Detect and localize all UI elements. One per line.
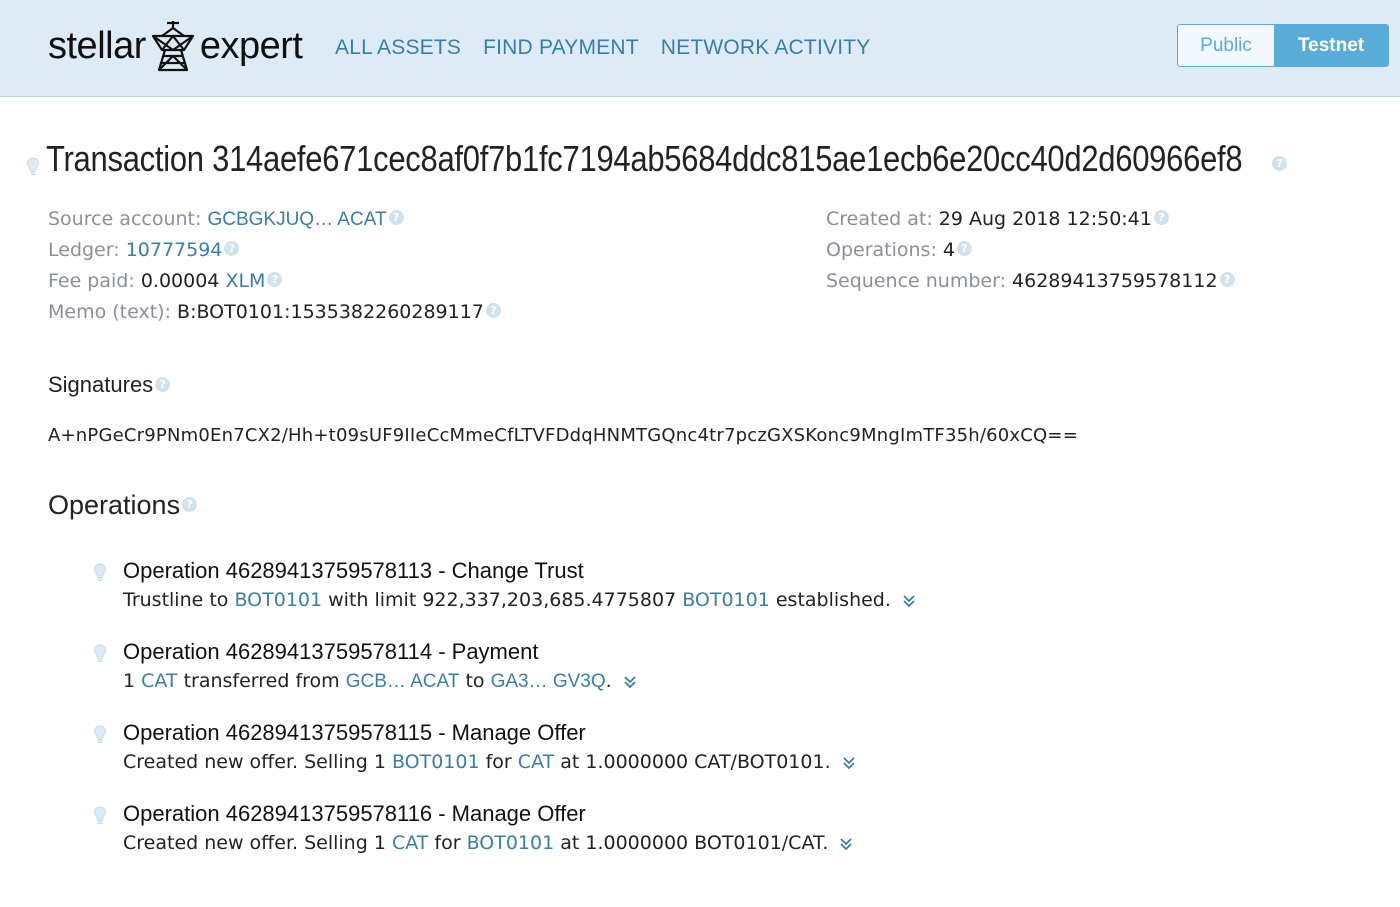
question-circle-icon[interactable]: ? [485, 303, 501, 318]
operation-title: Operation 46289413759578115 - Manage Off… [123, 720, 586, 745]
site-logo[interactable]: stellar expert [48, 14, 303, 78]
operation-description: Created new offer. Selling 1 CAT for BOT… [123, 829, 1293, 857]
operation-item: Operation 46289413759578113 - Change Tru… [93, 556, 1293, 637]
question-circle-icon[interactable]: ? [1219, 272, 1235, 287]
operations-count-value: 4 [942, 239, 955, 261]
operation-description: Created new offer. Selling 1 BOT0101 for… [123, 748, 1293, 776]
ledger-link[interactable]: 10777594 [126, 239, 223, 261]
transaction-info-right: Created at: 29 Aug 2018 12:50:41? Operat… [826, 204, 1235, 297]
source-account-link[interactable]: GCBGKJUQ… ACAT [207, 209, 386, 230]
double-chevron-down-icon[interactable] [623, 675, 637, 689]
signature-value: A+nPGeCr9PNm0En7CX2/Hh+t09sUF9IIeCcMmeCf… [48, 425, 1078, 446]
lightbulb-icon[interactable] [93, 724, 107, 744]
operation-text: Created new offer. Selling 1 [123, 832, 392, 854]
asset-link[interactable]: BOT0101 [467, 832, 555, 854]
ledger-row: Ledger: 10777594? [48, 235, 501, 266]
question-circle-icon[interactable]: ? [182, 497, 198, 513]
operation-description: Trustline to BOT0101 with limit 922,337,… [123, 586, 1293, 614]
satellite-tower-icon [151, 21, 194, 72]
operation-text: . [605, 670, 612, 692]
question-circle-icon[interactable]: ? [957, 241, 972, 256]
operation-text: Created new offer. Selling 1 [123, 751, 392, 773]
asset-link[interactable]: CAT [141, 670, 177, 692]
fee-row: Fee paid: 0.00004 XLM? [48, 266, 501, 297]
sequence-label: Sequence number: [826, 270, 1006, 292]
source-account-label: Source account: [48, 208, 202, 230]
question-circle-icon[interactable]: ? [155, 376, 171, 392]
operations-list: Operation 46289413759578113 - Change Tru… [93, 556, 1293, 880]
asset-link[interactable]: BOT0101 [682, 589, 770, 611]
network-switch: Public Testnet [1177, 24, 1389, 67]
fee-asset-link[interactable]: XLM [225, 270, 265, 292]
asset-link[interactable]: BOT0101 [234, 589, 322, 611]
operation-text: for [479, 751, 518, 773]
memo-row: Memo (text): B:BOT0101:1535382260289117? [48, 297, 501, 328]
sequence-value: 46289413759578112 [1012, 270, 1218, 292]
logo-text-right: expert [199, 24, 303, 67]
operation-text: 1 [123, 670, 142, 692]
nav-network-activity[interactable]: NETWORK ACTIVITY [661, 36, 871, 60]
operations-count-row: Operations: 4? [826, 235, 1235, 266]
source-account-row: Source account: GCBGKJUQ… ACAT? [48, 204, 501, 235]
nav-find-payment[interactable]: FIND PAYMENT [483, 36, 639, 60]
operation-text: transferred from [177, 670, 346, 692]
lightbulb-icon[interactable] [26, 156, 40, 176]
double-chevron-down-icon[interactable] [902, 594, 916, 608]
logo-text-left: stellar [48, 24, 146, 67]
operation-item: Operation 46289413759578115 - Manage Off… [93, 718, 1293, 799]
created-value: 29 Aug 2018 12:50:41 [938, 208, 1152, 230]
operations-heading: Operations? [48, 490, 198, 521]
page-title: Transaction 314aefe671cec8af0f7b1fc7194a… [46, 138, 1243, 179]
ledger-label: Ledger: [48, 239, 120, 261]
created-label: Created at: [826, 208, 933, 230]
operation-text: to [459, 670, 491, 692]
memo-value: B:BOT0101:1535382260289117 [177, 301, 484, 323]
asset-link[interactable]: BOT0101 [392, 751, 480, 773]
sequence-row: Sequence number: 46289413759578112? [826, 266, 1235, 297]
operations-heading-text: Operations [48, 490, 181, 520]
fee-label: Fee paid: [48, 270, 135, 292]
transaction-title-row: Transaction 314aefe671cec8af0f7b1fc7194a… [26, 138, 1400, 180]
operation-item: Operation 46289413759578114 - Payment 1 … [93, 637, 1293, 718]
network-public-button[interactable]: Public [1178, 25, 1275, 66]
fee-amount: 0.00004 [140, 270, 220, 292]
operation-description: 1 CAT transferred from GCB… ACAT to GA3…… [123, 667, 1293, 696]
operation-text: for [428, 832, 467, 854]
nav-all-assets[interactable]: ALL ASSETS [335, 36, 461, 60]
double-chevron-down-icon[interactable] [839, 837, 853, 851]
operation-title: Operation 46289413759578113 - Change Tru… [123, 558, 584, 583]
operation-text: Trustline to [123, 589, 235, 611]
operation-text: at 1.0000000 CAT/BOT0101. [554, 751, 831, 773]
transaction-info-left: Source account: GCBGKJUQ… ACAT? Ledger: … [48, 204, 501, 328]
memo-label: Memo (text): [48, 301, 171, 323]
signatures-heading: Signatures? [48, 372, 171, 398]
lightbulb-icon[interactable] [93, 643, 107, 663]
operation-item: Operation 46289413759578116 - Manage Off… [93, 799, 1293, 880]
lightbulb-icon[interactable] [93, 805, 107, 825]
main-nav: ALL ASSETS FIND PAYMENT NETWORK ACTIVITY [335, 36, 870, 60]
asset-link[interactable]: CAT [518, 751, 554, 773]
account-link[interactable]: GCB… ACAT [346, 671, 460, 692]
created-row: Created at: 29 Aug 2018 12:50:41? [826, 204, 1235, 235]
site-header: stellar expert ALL ASSETS FIND PAYMENT N… [0, 0, 1400, 97]
asset-link[interactable]: CAT [392, 832, 428, 854]
double-chevron-down-icon[interactable] [842, 756, 856, 770]
operation-title: Operation 46289413759578114 - Payment [123, 639, 539, 664]
question-circle-icon[interactable]: ? [224, 241, 240, 256]
operation-text: at 1.0000000 BOT0101/CAT. [554, 832, 829, 854]
network-testnet-button[interactable]: Testnet [1274, 25, 1388, 66]
question-circle-icon[interactable]: ? [267, 272, 283, 287]
question-circle-icon[interactable]: ? [1153, 210, 1169, 225]
operation-text: established. [769, 589, 891, 611]
operation-title: Operation 46289413759578116 - Manage Off… [123, 801, 586, 826]
account-link[interactable]: GA3… GV3Q [491, 671, 606, 692]
lightbulb-icon[interactable] [93, 562, 107, 582]
operations-count-label: Operations: [826, 239, 937, 261]
signatures-heading-text: Signatures [48, 372, 154, 397]
question-circle-icon[interactable]: ? [1272, 156, 1287, 171]
operation-text: with limit 922,337,203,685.4775807 [322, 589, 683, 611]
question-circle-icon[interactable]: ? [388, 210, 404, 225]
